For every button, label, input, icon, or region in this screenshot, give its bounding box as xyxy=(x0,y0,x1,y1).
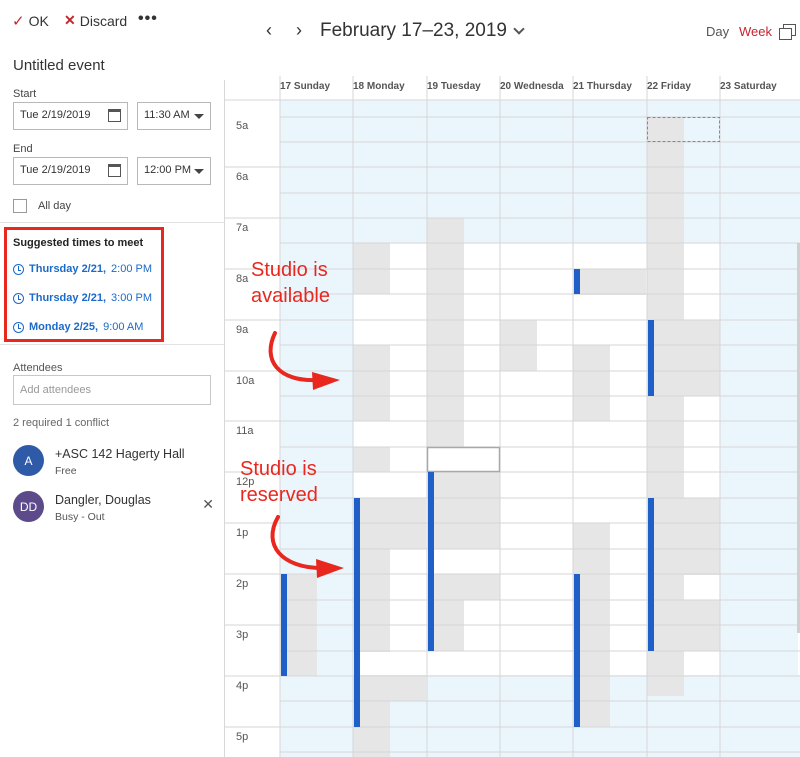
view-day-button[interactable]: Day xyxy=(706,24,729,39)
suggestion-day: Thursday 2/21, xyxy=(29,292,107,304)
start-date-value: Tue 2/19/2019 xyxy=(20,109,91,121)
suggestion-time: 2:00 PM xyxy=(111,263,153,275)
view-week-button[interactable]: Week xyxy=(739,24,772,39)
attendee-status: Busy - Out xyxy=(55,511,105,523)
suggestion-item[interactable]: Thursday 2/21, 2:00 PM xyxy=(13,263,152,275)
start-label: Start xyxy=(13,88,37,100)
hour-label: 7a xyxy=(236,222,249,234)
hour-label: 3p xyxy=(236,629,249,641)
avatar: A xyxy=(13,445,44,476)
busy-block xyxy=(427,574,500,600)
hour-label: 4p xyxy=(236,680,249,692)
annotation-line: Studio is xyxy=(240,458,317,480)
suggestion-item[interactable]: Thursday 2/21, 3:00 PM xyxy=(13,292,152,304)
suggestions-title: Suggested times to meet xyxy=(13,237,144,249)
attendee-status: Free xyxy=(55,465,77,477)
end-label: End xyxy=(13,143,33,155)
start-time-value: 11:30 AM xyxy=(144,109,190,121)
end-time-value: 12:00 PM xyxy=(144,164,192,176)
end-date-field[interactable]: Tue 2/19/2019 xyxy=(13,157,128,185)
clock-icon xyxy=(13,321,24,333)
annotation-reserved: Studio is reserved xyxy=(240,456,318,508)
date-range-label: February 17–23, 2019 xyxy=(320,20,507,41)
close-icon: ✕ xyxy=(64,12,76,28)
annotation-available: Studio is available xyxy=(251,257,330,309)
busy-block xyxy=(684,498,720,575)
hour-label: 5p xyxy=(236,731,249,743)
all-day-checkbox[interactable] xyxy=(13,199,27,213)
busy-block xyxy=(353,345,390,421)
suggestion-item[interactable]: Monday 2/25, 9:00 AM xyxy=(13,321,143,333)
end-date-value: Tue 2/19/2019 xyxy=(20,164,91,176)
end-time-select[interactable]: 12:00 PM xyxy=(137,157,211,185)
all-day-label: All day xyxy=(38,200,72,212)
hour-label: 8a xyxy=(236,273,249,285)
hour-label: 10a xyxy=(236,375,255,387)
busy-bar xyxy=(648,498,654,651)
remove-attendee-button[interactable]: ✕ xyxy=(202,496,214,513)
previous-week-button[interactable]: ‹ xyxy=(266,20,272,41)
selected-event-slot[interactable] xyxy=(426,446,501,473)
attendee-conflict-status: 2 required 1 conflict xyxy=(13,417,109,429)
date-range-picker[interactable]: February 17–23, 2019 xyxy=(320,20,525,42)
chevron-down-icon xyxy=(513,23,525,35)
clock-icon xyxy=(13,292,24,304)
ok-label: OK xyxy=(28,13,49,29)
annotation-line: Studio is xyxy=(251,259,328,281)
calendar-icon[interactable] xyxy=(108,164,121,177)
busy-block xyxy=(353,447,390,472)
attendee-item[interactable]: A +ASC 142 Hagerty Hall Free xyxy=(13,445,218,479)
hour-label: 2p xyxy=(236,578,249,590)
busy-bar xyxy=(574,269,580,294)
attendee-name: Dangler, Douglas xyxy=(55,493,151,507)
attendees-input[interactable]: Add attendees xyxy=(13,375,211,405)
busy-block xyxy=(427,218,464,448)
busy-bar xyxy=(574,574,580,727)
annotation-line: available xyxy=(251,285,330,307)
ok-button[interactable]: ✓ OK xyxy=(12,12,49,30)
suggestion-time: 3:00 PM xyxy=(111,292,153,304)
suggestion-time: 9:00 AM xyxy=(103,321,144,333)
week-grid[interactable] xyxy=(224,76,800,757)
avatar: DD xyxy=(13,491,44,522)
calendar-icon[interactable] xyxy=(108,109,121,122)
check-icon: ✓ xyxy=(12,13,25,30)
busy-block xyxy=(573,345,610,421)
more-options-button[interactable]: ••• xyxy=(138,10,158,28)
divider xyxy=(0,222,224,223)
hour-label: 1p xyxy=(236,527,249,539)
busy-block xyxy=(573,269,646,295)
busy-block xyxy=(684,320,720,396)
busy-bar xyxy=(354,498,360,727)
busy-bar xyxy=(428,472,434,651)
annotation-line: reserved xyxy=(240,484,318,506)
suggestion-day: Monday 2/25, xyxy=(29,321,99,333)
busy-block xyxy=(427,472,500,549)
hour-label: 11a xyxy=(236,425,254,437)
hour-label: 5a xyxy=(236,120,249,132)
event-title[interactable]: Untitled event xyxy=(13,57,105,74)
divider xyxy=(0,344,224,345)
discard-label: Discard xyxy=(79,12,128,29)
next-week-button[interactable]: › xyxy=(296,20,302,41)
chevron-down-icon xyxy=(194,114,204,119)
attendee-name: +ASC 142 Hagerty Hall xyxy=(55,447,185,461)
saturday-shading xyxy=(720,100,798,757)
attendees-label: Attendees xyxy=(13,362,63,374)
hour-label: 6a xyxy=(236,171,249,183)
hour-label: 9a xyxy=(236,324,249,336)
busy-bar xyxy=(281,574,287,676)
clock-icon xyxy=(13,263,24,275)
start-time-select[interactable]: 11:30 AM xyxy=(137,102,211,130)
chevron-down-icon xyxy=(194,169,204,174)
busy-bar xyxy=(648,320,654,396)
command-bar: ✓ OK ✕ Discard ••• xyxy=(0,0,224,44)
start-date-field[interactable]: Tue 2/19/2019 xyxy=(13,102,128,130)
suggestion-day: Thursday 2/21, xyxy=(29,263,107,275)
event-details-panel: Untitled event Start Tue 2/19/2019 11:30… xyxy=(0,44,224,757)
attendee-item[interactable]: DD Dangler, Douglas Busy - Out ✕ xyxy=(13,491,218,525)
discard-button[interactable]: ✕ Discard xyxy=(64,12,127,29)
popout-icon[interactable] xyxy=(779,24,796,40)
busy-block xyxy=(353,675,426,701)
